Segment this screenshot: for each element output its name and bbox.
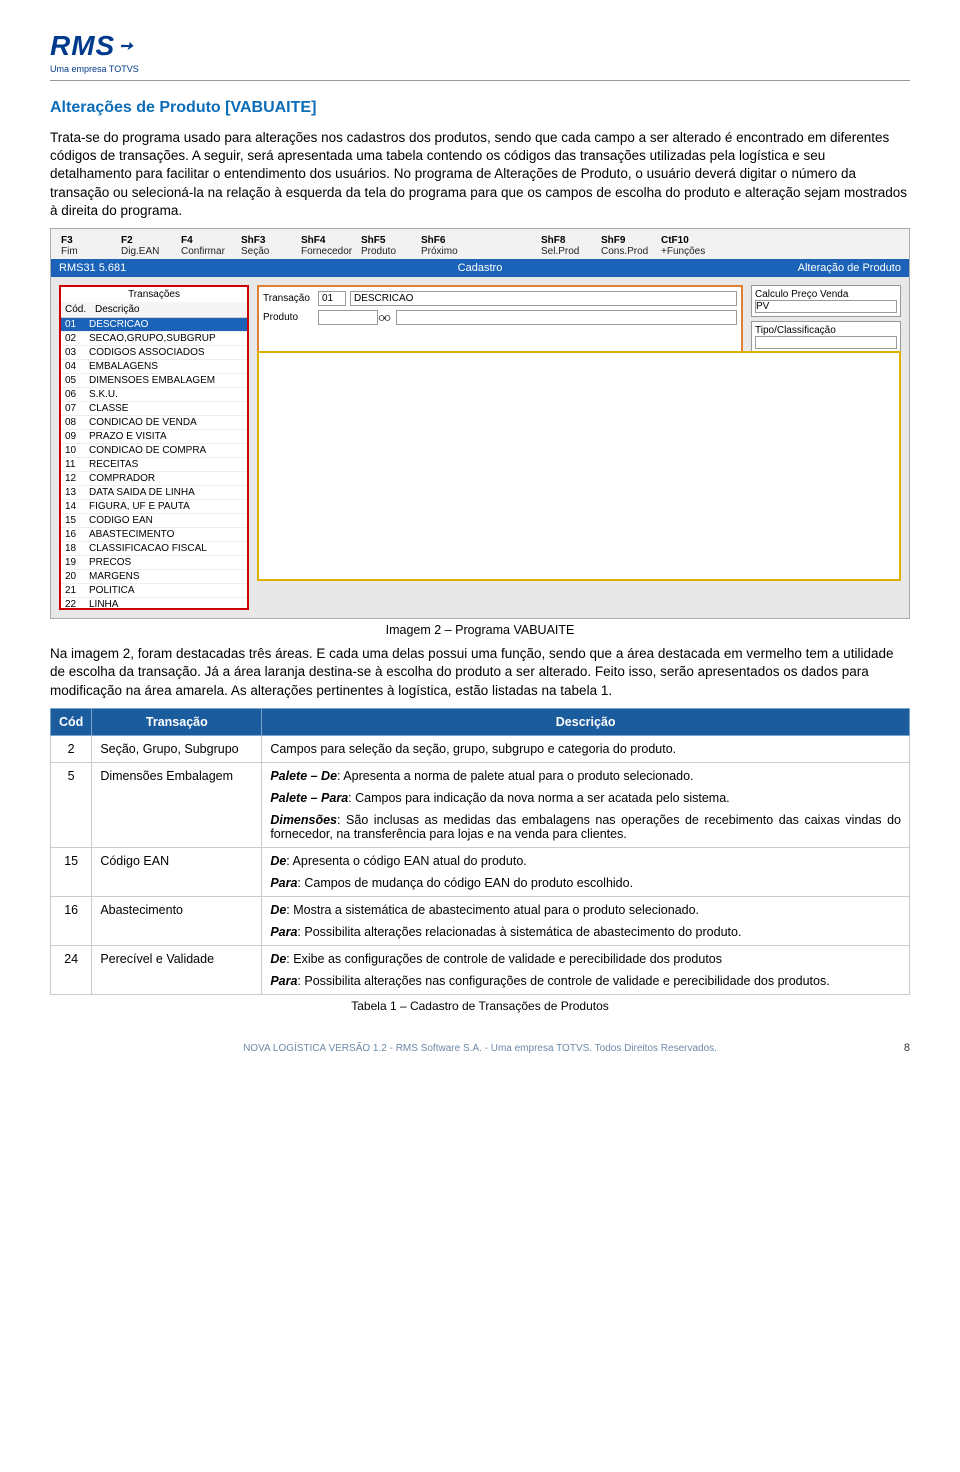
transaction-row[interactable]: 22LINHA: [61, 598, 247, 608]
titlebar-right: Alteração de Produto: [648, 262, 901, 274]
input-trans-code[interactable]: [318, 291, 346, 306]
fkey-item[interactable]: F4Confirmar: [177, 233, 237, 259]
swoosh-icon: ➙: [119, 36, 133, 56]
paragraph-2: Na imagem 2, foram destacadas três áreas…: [50, 645, 910, 700]
titlebar-center: Cadastro: [312, 262, 649, 274]
fkey-item[interactable]: CtF10+Funções: [657, 233, 717, 259]
table-row: 16AbastecimentoDe: Mostra a sistemática …: [51, 896, 910, 945]
footer-text: NOVA LOGÍSTICA VERSÃO 1.2 - RMS Software…: [243, 1043, 717, 1054]
label-tipo-class: Tipo/Classificação: [755, 325, 897, 336]
input-trans-desc[interactable]: [350, 291, 737, 306]
transactions-table: Cód Transação Descrição 2Seção, Grupo, S…: [50, 708, 910, 995]
label-produto: Produto: [263, 312, 318, 323]
paragraph-1: Trata-se do programa usado para alteraçõ…: [50, 129, 910, 220]
transaction-row[interactable]: 01DESCRICAO: [61, 318, 247, 332]
page-number: 8: [904, 1042, 910, 1054]
transaction-row[interactable]: 04EMBALAGENS: [61, 360, 247, 374]
search-icon[interactable]: [378, 313, 392, 323]
logo-brand: RMS: [50, 30, 115, 62]
fkey-item[interactable]: ShF9Cons.Prod: [597, 233, 657, 259]
fkey-item[interactable]: F3Fim: [57, 233, 117, 259]
transaction-row[interactable]: 09PRAZO E VISITA: [61, 430, 247, 444]
title-bar: RMS31 5.681 Cadastro Alteração de Produt…: [51, 259, 909, 277]
col-head-cod: Cód.: [61, 302, 91, 317]
table-row: 5Dimensões EmbalagemPalete – De: Apresen…: [51, 762, 910, 847]
transactions-panel[interactable]: Transações Cód. Descrição 01DESCRICAO02S…: [59, 285, 249, 610]
input-tipo-class[interactable]: [755, 336, 897, 349]
transaction-row[interactable]: 21POLITICA: [61, 584, 247, 598]
transaction-row[interactable]: 18CLASSIFICACAO FISCAL: [61, 542, 247, 556]
fkey-item[interactable]: ShF5Produto: [357, 233, 417, 259]
input-calc-preco[interactable]: [755, 300, 897, 313]
fkey-item[interactable]: ShF6Próximo: [417, 233, 477, 259]
product-panel: Transação Produto: [257, 285, 743, 353]
transaction-row[interactable]: 02SECAO,GRUPO,SUBGRUP: [61, 332, 247, 346]
right-panel: Calculo Preço Venda Tipo/Classificação: [751, 285, 901, 353]
fkey-item[interactable]: ShF4Fornecedor: [297, 233, 357, 259]
transaction-row[interactable]: 03CODIGOS ASSOCIADOS: [61, 346, 247, 360]
function-key-bar: F3FimF2Dig.EANF4ConfirmarShF3SeçãoShF4Fo…: [51, 229, 909, 259]
label-transacao: Transação: [263, 293, 318, 304]
table-row: 24Perecível e ValidadeDe: Exibe as confi…: [51, 945, 910, 994]
th-descricao: Descrição: [262, 708, 910, 735]
image-caption: Imagem 2 – Programa VABUAITE: [50, 623, 910, 637]
table-row: 2Seção, Grupo, SubgrupoCampos para seleç…: [51, 735, 910, 762]
logo-subtitle: Uma empresa TOTVS: [50, 64, 139, 74]
page-footer: NOVA LOGÍSTICA VERSÃO 1.2 - RMS Software…: [50, 1043, 910, 1054]
transaction-row[interactable]: 05DIMENSOES EMBALAGEM: [61, 374, 247, 388]
transaction-row[interactable]: 15CODIGO EAN: [61, 514, 247, 528]
transaction-row[interactable]: 20MARGENS: [61, 570, 247, 584]
th-transacao: Transação: [92, 708, 262, 735]
col-head-desc: Descrição: [91, 302, 247, 317]
titlebar-left: RMS31 5.681: [59, 262, 312, 274]
input-produto[interactable]: [318, 310, 378, 325]
fkey-item[interactable]: ShF8Sel.Prod: [537, 233, 597, 259]
label-calc-preco: Calculo Preço Venda: [755, 289, 897, 300]
transaction-row[interactable]: 14FIGURA, UF E PAUTA: [61, 500, 247, 514]
fkey-item[interactable]: [477, 233, 537, 259]
transactions-list[interactable]: 01DESCRICAO02SECAO,GRUPO,SUBGRUP03CODIGO…: [61, 318, 247, 608]
transaction-row[interactable]: 07CLASSE: [61, 402, 247, 416]
fkey-item[interactable]: ShF3Seção: [237, 233, 297, 259]
transaction-row[interactable]: 06S.K.U.: [61, 388, 247, 402]
transactions-title: Transações: [61, 287, 247, 302]
section-title: Alterações de Produto [VABUAITE]: [50, 99, 910, 117]
logo: RMS ➙ Uma empresa TOTVS: [50, 30, 139, 74]
app-screenshot: F3FimF2Dig.EANF4ConfirmarShF3SeçãoShF4Fo…: [50, 228, 910, 619]
input-produto-desc[interactable]: [396, 310, 737, 325]
table-row: 15Código EANDe: Apresenta o código EAN a…: [51, 847, 910, 896]
th-cod: Cód: [51, 708, 92, 735]
page-header: RMS ➙ Uma empresa TOTVS: [50, 30, 910, 81]
transaction-row[interactable]: 19PRECOS: [61, 556, 247, 570]
transaction-row[interactable]: 10CONDICAO DE COMPRA: [61, 444, 247, 458]
transaction-row[interactable]: 12COMPRADOR: [61, 472, 247, 486]
fkey-item[interactable]: F2Dig.EAN: [117, 233, 177, 259]
edit-area: [257, 351, 901, 581]
transaction-row[interactable]: 08CONDICAO DE VENDA: [61, 416, 247, 430]
transaction-row[interactable]: 13DATA SAIDA DE LINHA: [61, 486, 247, 500]
transaction-row[interactable]: 11RECEITAS: [61, 458, 247, 472]
table-caption: Tabela 1 – Cadastro de Transações de Pro…: [50, 999, 910, 1013]
transaction-row[interactable]: 16ABASTECIMENTO: [61, 528, 247, 542]
